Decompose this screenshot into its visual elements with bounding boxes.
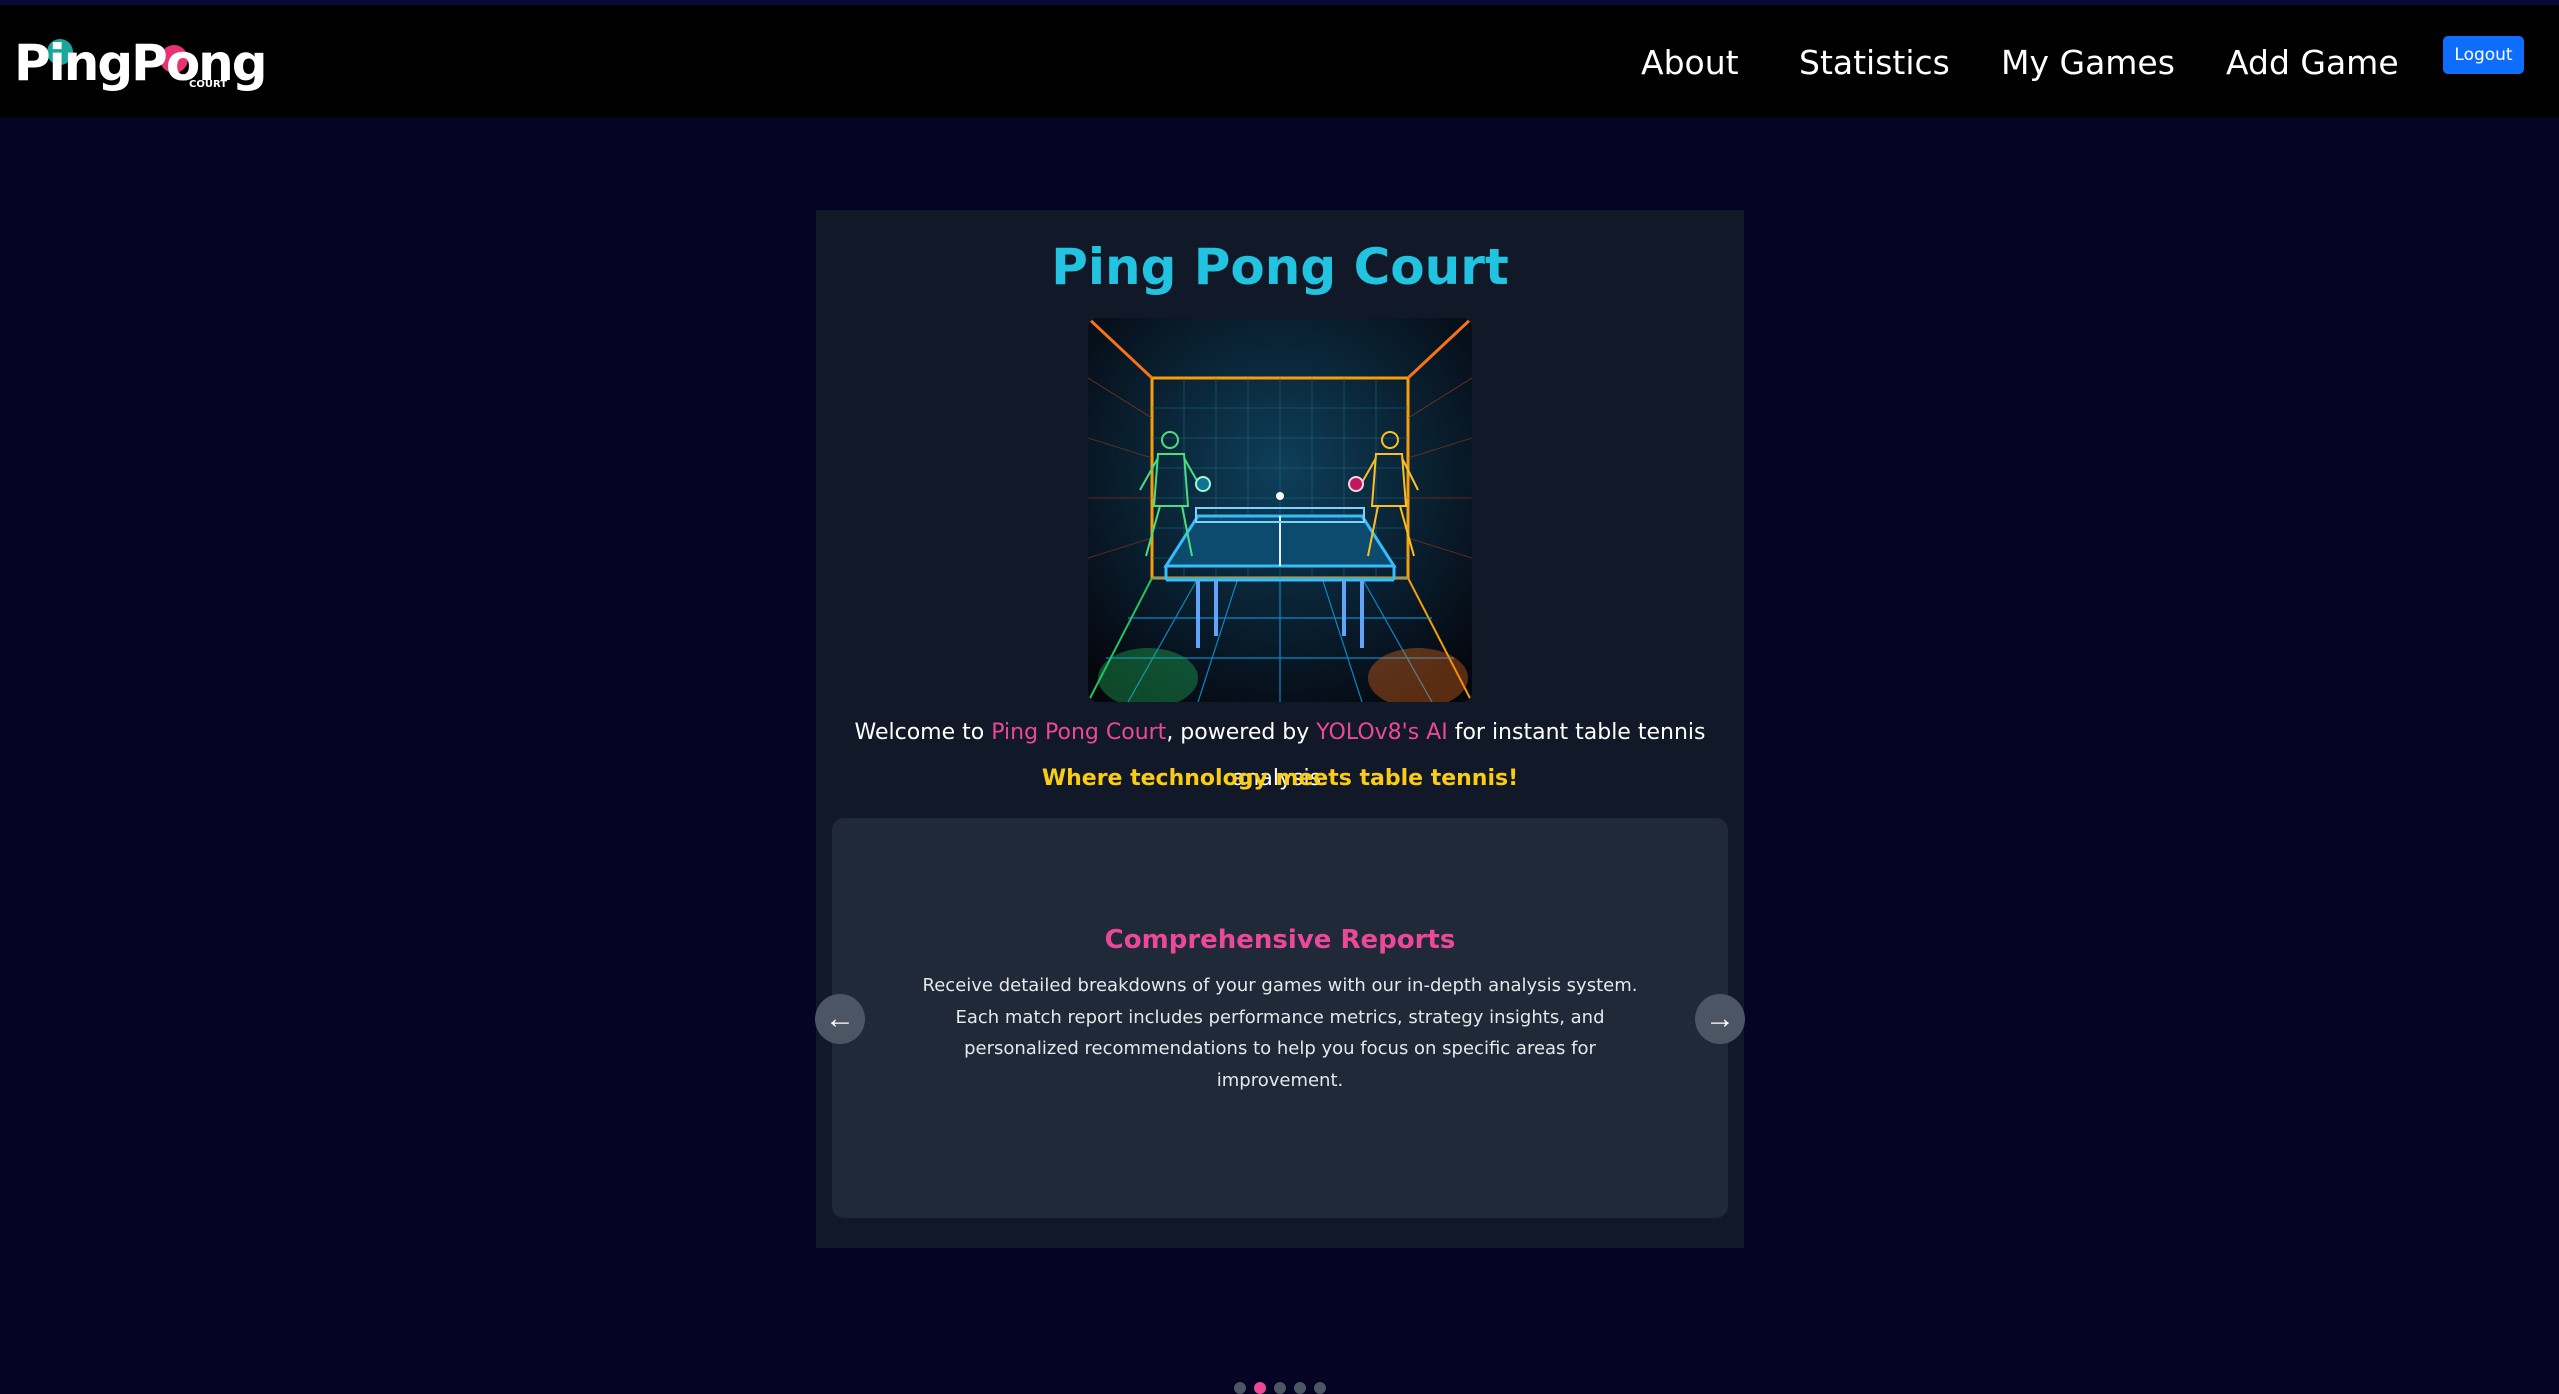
page-title: Ping Pong Court (1051, 238, 1509, 296)
feature-carousel: Comprehensive Reports Receive detailed b… (832, 818, 1728, 1218)
slide-description: Receive detailed breakdowns of your game… (922, 975, 1638, 1091)
logo-text: PingPong (14, 34, 268, 92)
logout-button[interactable]: Logout (2443, 36, 2524, 74)
carousel-indicators (816, 1382, 1744, 1394)
nav-link-statistics[interactable]: Statistics (1799, 39, 1950, 87)
carousel-dot[interactable] (1314, 1382, 1326, 1394)
navbar: PingPong COURT About Statistics My Games… (0, 5, 2559, 117)
carousel-dot[interactable] (1234, 1382, 1246, 1394)
welcome-brand-highlight: Ping Pong Court (991, 720, 1167, 745)
nav-link-my-games[interactable]: My Games (2001, 39, 2175, 87)
arrow-right-icon: → (1705, 1002, 1735, 1035)
main-card: Ping Pong Court Welcome to Ping Pong Cou… (815, 210, 1745, 1394)
carousel-dot[interactable] (1294, 1382, 1306, 1394)
logo-subtext: COURT (189, 79, 228, 90)
welcome-prefix: Welcome to (854, 720, 992, 745)
welcome-ai-highlight: YOLOv8's AI (1316, 720, 1448, 745)
carousel-prev-button[interactable]: ← (815, 994, 865, 1044)
carousel-dot[interactable] (1274, 1382, 1286, 1394)
welcome-middle: , powered by (1166, 720, 1317, 745)
nav-link-about[interactable]: About (1641, 39, 1739, 87)
arrow-left-icon: ← (825, 1002, 855, 1035)
tagline: Where technology meets table tennis! (1041, 766, 1519, 791)
hero-image (1088, 318, 1472, 702)
slide-title: Comprehensive Reports (1104, 925, 1456, 955)
nav-link-add-game[interactable]: Add Game (2226, 39, 2399, 87)
carousel-dot[interactable] (1254, 1382, 1266, 1394)
carousel-next-button[interactable]: → (1695, 994, 1745, 1044)
logo[interactable]: PingPong COURT (14, 31, 268, 95)
